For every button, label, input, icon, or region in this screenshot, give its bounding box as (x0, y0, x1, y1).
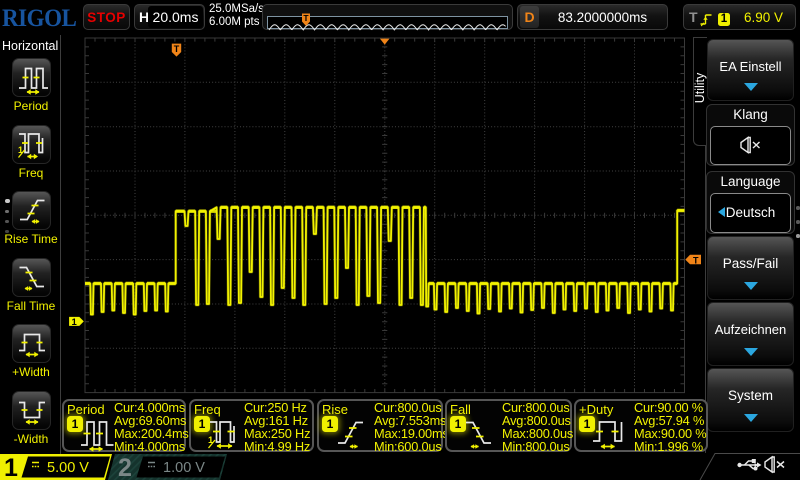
svg-text:1: 1 (72, 317, 78, 328)
svg-text:T: T (693, 255, 699, 265)
svg-text:1: 1 (4, 454, 18, 480)
svg-text:T: T (174, 44, 180, 54)
svg-text:5.00 V: 5.00 V (47, 460, 89, 476)
svg-text:1.00 V: 1.00 V (163, 460, 205, 476)
svg-text:2: 2 (118, 454, 132, 480)
